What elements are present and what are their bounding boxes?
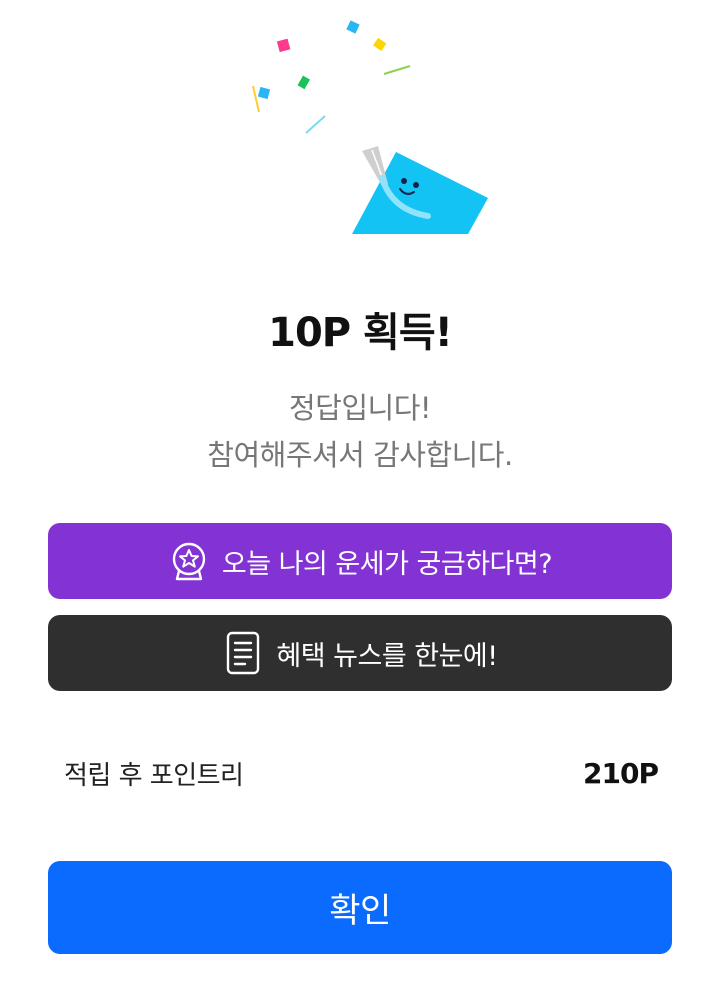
reward-dialog: 10P 획득! 정답입니다! 참여해주셔서 감사합니다. 오늘 나의 운세가 궁…	[0, 0, 720, 984]
confetti-piece	[276, 38, 291, 53]
document-icon	[222, 631, 264, 675]
confetti-streamer	[252, 85, 260, 113]
points-value: 210P	[583, 757, 659, 790]
result-message: 정답입니다!	[288, 391, 432, 425]
benefit-news-button[interactable]: 혜택 뉴스를 한눈에!	[48, 615, 672, 691]
fortune-button-label: 오늘 나의 운세가 궁금하다면?	[221, 548, 553, 580]
benefit-news-button-label: 혜택 뉴스를 한눈에!	[276, 640, 498, 672]
reward-title: 10P 획득!	[268, 310, 453, 356]
mascot-eye	[401, 178, 407, 184]
crystal-ball-icon	[168, 539, 210, 583]
mascot-eye	[413, 182, 419, 188]
confirm-button[interactable]: 확인	[48, 861, 672, 954]
thanks-message: 참여해주셔서 감사합니다.	[207, 438, 513, 472]
confetti-piece	[373, 37, 387, 51]
points-label: 적립 후 포인트리	[64, 761, 244, 791]
points-summary: 적립 후 포인트리 210P	[64, 755, 659, 792]
confetti-piece	[297, 75, 310, 90]
confetti-piece	[257, 86, 271, 100]
celebration-illustration	[252, 20, 488, 234]
confirm-button-label: 확인	[329, 891, 391, 931]
confetti-piece	[346, 20, 360, 34]
confetti-streamer	[305, 115, 326, 134]
confetti-streamer	[383, 65, 411, 75]
fortune-button[interactable]: 오늘 나의 운세가 궁금하다면?	[48, 523, 672, 599]
